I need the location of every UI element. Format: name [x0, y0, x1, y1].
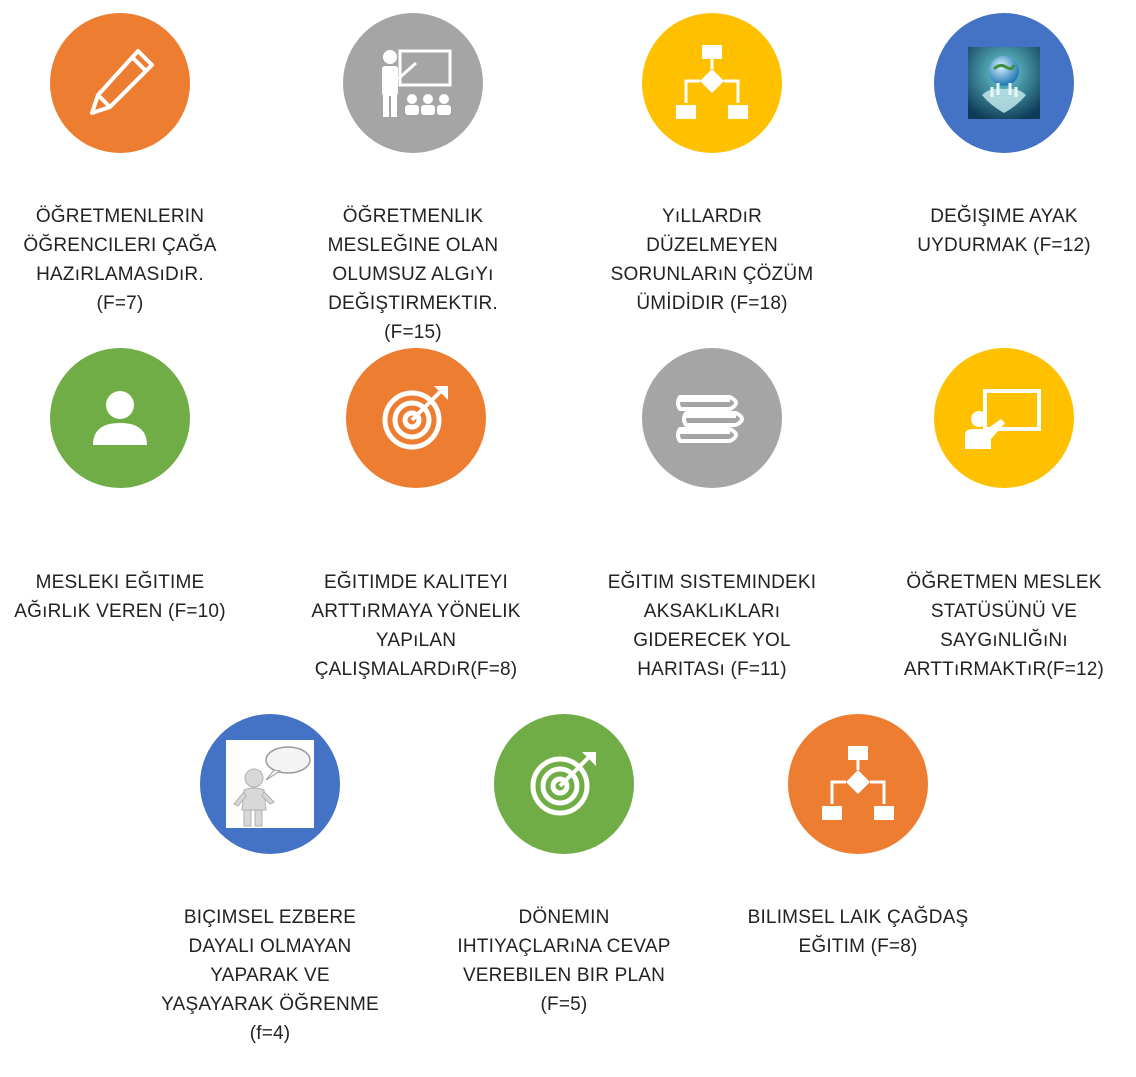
teacher-board-circle [934, 348, 1074, 488]
item-label: MESLEKI EĞITIME AĞıRLıK VEREN (F=10) [14, 572, 226, 622]
speech-bubble-person-image [226, 740, 314, 828]
presentation-circle [343, 13, 483, 153]
flowchart-circle [788, 714, 928, 854]
target-icon [530, 752, 596, 816]
user-icon [93, 391, 147, 445]
pencil-circle [50, 13, 190, 153]
flowchart-icon [676, 45, 748, 119]
item-label: EĞITIMDE KALITEYI ARTTıRMAYA YÖNELIK YAP… [311, 572, 521, 680]
item-label: ÖĞRETMEN MESLEK STATÜSÜNÜ VE SAYGıNLIĞıN… [903, 572, 1105, 680]
item-label: BILIMSEL LAIK ÇAĞDAŞ EĞITIM (F=8) [747, 907, 969, 957]
target-icon [382, 386, 448, 450]
teacher-board-icon [965, 389, 1041, 449]
flowchart-icon [822, 746, 894, 820]
books-circle [642, 348, 782, 488]
item-label: EĞITIM SISTEMINDEKI AKSAKLıKLARı GIDEREC… [607, 572, 817, 680]
item-label: ÖĞRETMENLERIN ÖĞRENCILERI ÇAĞA HAZıRLAMA… [23, 206, 217, 314]
flowchart-circle [642, 13, 782, 153]
globe-circle [934, 13, 1074, 153]
presentation-icon [382, 49, 452, 117]
pencil-icon [90, 49, 154, 115]
item-label: ÖĞRETMENLIK MESLEĞINE OLAN OLUMSUZ ALGıY… [327, 206, 499, 343]
item-label: DÖNEMIN IHTIYAÇLARıNA CEVAP VEREBILEN BI… [457, 907, 671, 1015]
item-label: DEĞIŞIME AYAK UYDURMAK (F=12) [917, 206, 1091, 256]
target-circle [346, 348, 486, 488]
user-circle [50, 348, 190, 488]
item-label: YıLLARDıR DÜZELMEYEN SORUNLARıN ÇÖZÜM ÜM… [610, 206, 814, 314]
books-icon [676, 395, 744, 443]
globe-hand-image [968, 47, 1040, 119]
target-circle [494, 714, 634, 854]
speech-person-circle [200, 714, 340, 854]
item-label: BIÇIMSEL EZBERE DAYALI OLMAYAN YAPARAK V… [161, 907, 379, 1044]
